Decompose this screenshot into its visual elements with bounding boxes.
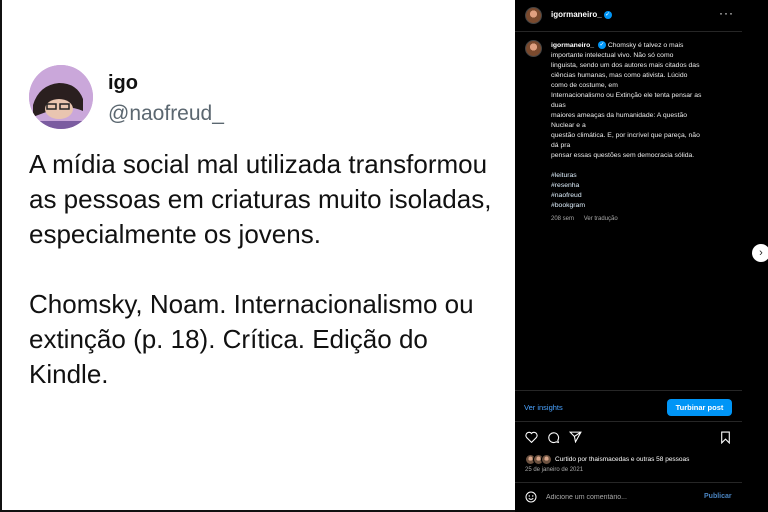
author-username-text[interactable]: igormaneiro_ xyxy=(551,10,602,19)
comment-input[interactable] xyxy=(546,492,686,503)
tweet-paragraph-2: Chomsky, Noam. Internacionalismo ou exti… xyxy=(29,289,474,389)
post-date: 25 de janeiro de 2021 xyxy=(525,467,584,473)
insights-bar: Ver insights Turbinar post xyxy=(515,390,742,422)
tweet-display-name: igo xyxy=(108,72,138,94)
verified-badge-icon: ✓ xyxy=(603,10,612,19)
boost-post-button[interactable]: Turbinar post xyxy=(667,399,732,416)
caption-line: Chomsky é talvez o mais xyxy=(607,42,684,49)
post-header: igormaneiro_ ✓ ··· xyxy=(515,0,742,32)
tweet-body: A mídia social mal utilizada transformou… xyxy=(29,147,499,427)
hashtag-link[interactable]: #leituras xyxy=(551,171,737,181)
caption-line: duas xyxy=(551,102,566,109)
caption-username[interactable]: igormaneiro_ xyxy=(551,42,594,49)
caption-line: como de costume, em xyxy=(551,82,618,89)
post-detail-panel: igormaneiro_ ✓ ··· igormaneiro_ ✓ Chomsky… xyxy=(515,0,768,512)
post-image: igo @naofreud_ A mídia social mal utiliz… xyxy=(0,0,515,512)
view-insights-link[interactable]: Ver insights xyxy=(524,403,563,412)
author-username[interactable]: igormaneiro_ ✓ xyxy=(551,10,612,19)
caption-line: dá pra xyxy=(551,142,571,149)
hashtag-link[interactable]: #bookgram xyxy=(551,201,737,211)
share-icon[interactable] xyxy=(568,431,582,445)
publish-button[interactable]: Publicar xyxy=(704,493,732,500)
caption-line: questão climática. E, por incrível que p… xyxy=(551,132,700,139)
caption-line: importante intelectual vivo. Não só como xyxy=(551,52,674,59)
tweet-paragraph-1: A mídia social mal utilizada transformou… xyxy=(29,149,492,249)
hashtag-link[interactable]: #naofreud xyxy=(551,191,737,201)
caption-meta: 208 sem Ver tradução xyxy=(551,216,626,222)
caption-line: linguista, sendo um dos autores mais cit… xyxy=(551,62,700,69)
emoji-icon[interactable] xyxy=(525,491,537,505)
hashtag-link[interactable]: #resenha xyxy=(551,181,737,191)
caption-text: igormaneiro_ ✓ Chomsky é talvez o mais i… xyxy=(551,41,737,211)
hashtag-list: #leituras #resenha #naofreud #bookgram xyxy=(551,171,737,211)
action-bar xyxy=(515,428,742,448)
caption-line: ciências humanas, mas como ativista. Lúc… xyxy=(551,72,688,79)
next-post-chevron-icon[interactable]: › xyxy=(752,244,768,262)
caption-line: Internacionalismo ou Extinção ele tenta … xyxy=(551,92,702,99)
comment-bar: Publicar xyxy=(515,482,742,512)
comment-icon[interactable] xyxy=(547,431,560,446)
tweet-avatar xyxy=(29,65,93,129)
author-avatar[interactable] xyxy=(525,7,542,24)
caption-line: maiores ameaças da humanidade: A questão xyxy=(551,112,688,119)
post-age: 208 sem xyxy=(551,216,575,222)
bookmark-icon[interactable] xyxy=(720,431,731,446)
caption-author-avatar[interactable] xyxy=(525,40,542,57)
verified-badge-icon: ✓ xyxy=(597,41,606,50)
liker-avatar xyxy=(541,454,552,465)
caption-line: pensar essas questões sem democracia sól… xyxy=(551,152,695,159)
heart-icon[interactable] xyxy=(525,431,538,445)
more-options-icon[interactable]: ··· xyxy=(719,6,734,20)
see-translation-link[interactable]: Ver tradução xyxy=(584,216,618,222)
likes-row: Curtido por thaismacedas e outras 58 pes… xyxy=(525,454,740,466)
caption-line: Nuclear e a xyxy=(551,122,586,129)
tweet-handle: @naofreud_ xyxy=(108,102,224,125)
liked-by-text[interactable]: Curtido por thaismacedas e outras 58 pes… xyxy=(555,456,689,463)
